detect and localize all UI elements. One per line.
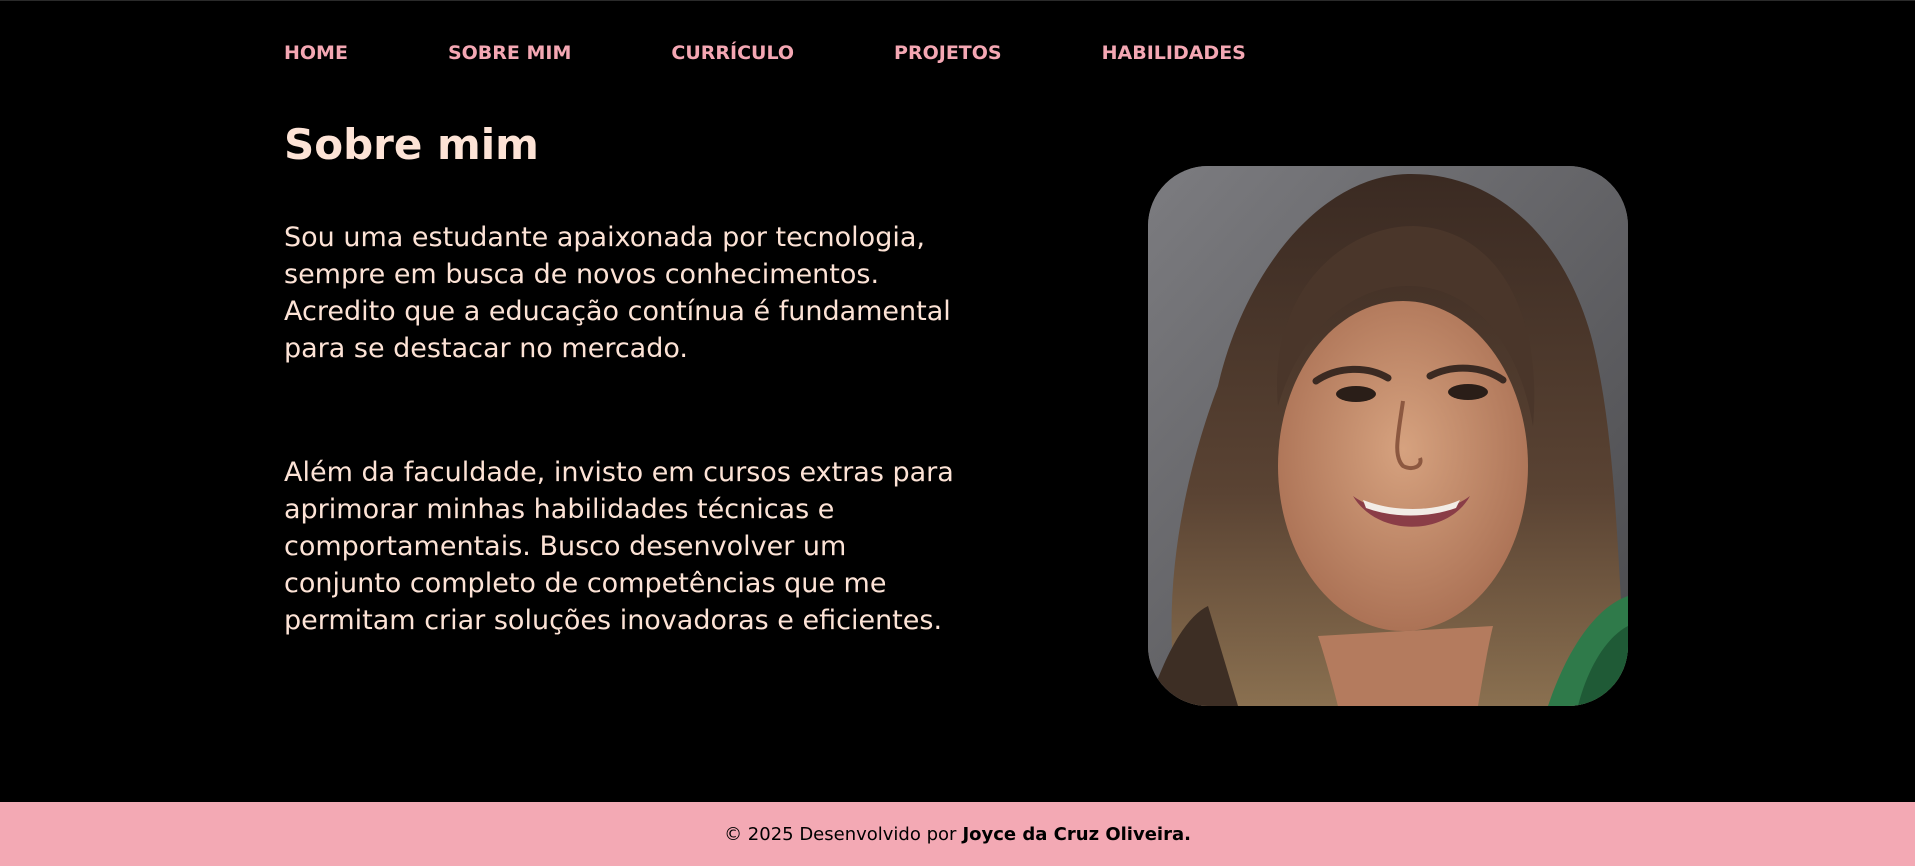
nav-link-habilidades[interactable]: HABILIDADES <box>1102 41 1246 65</box>
profile-photo <box>1148 166 1628 706</box>
footer-author: Joyce da Cruz Oliveira. <box>962 823 1191 845</box>
footer: © 2025 Desenvolvido por Joyce da Cruz Ol… <box>0 802 1915 866</box>
about-paragraph-1: Sou uma estudante apaixonada por tecnolo… <box>284 222 951 364</box>
nav-item-home: HOME <box>284 41 348 65</box>
nav-link-projetos[interactable]: PROJETOS <box>894 41 1002 65</box>
nav-item-sobre-mim: SOBRE MIM <box>448 41 571 65</box>
nav-item-habilidades: HABILIDADES <box>1102 41 1246 65</box>
nav-item-curriculo: CURRÍCULO <box>671 41 794 65</box>
nav-link-curriculo[interactable]: CURRÍCULO <box>671 41 794 65</box>
nav-link-sobre-mim[interactable]: SOBRE MIM <box>448 41 571 65</box>
about-paragraph-2: Além da faculdade, invisto em cursos ext… <box>284 457 954 636</box>
page-title: Sobre mim <box>284 120 539 169</box>
main-nav: HOME SOBRE MIM CURRÍCULO PROJETOS HABILI… <box>284 41 1246 65</box>
nav-item-projetos: PROJETOS <box>894 41 1002 65</box>
portrait-illustration <box>1148 166 1628 706</box>
nav-link-home[interactable]: HOME <box>284 41 348 65</box>
footer-copyright: © 2025 Desenvolvido por <box>724 823 957 845</box>
